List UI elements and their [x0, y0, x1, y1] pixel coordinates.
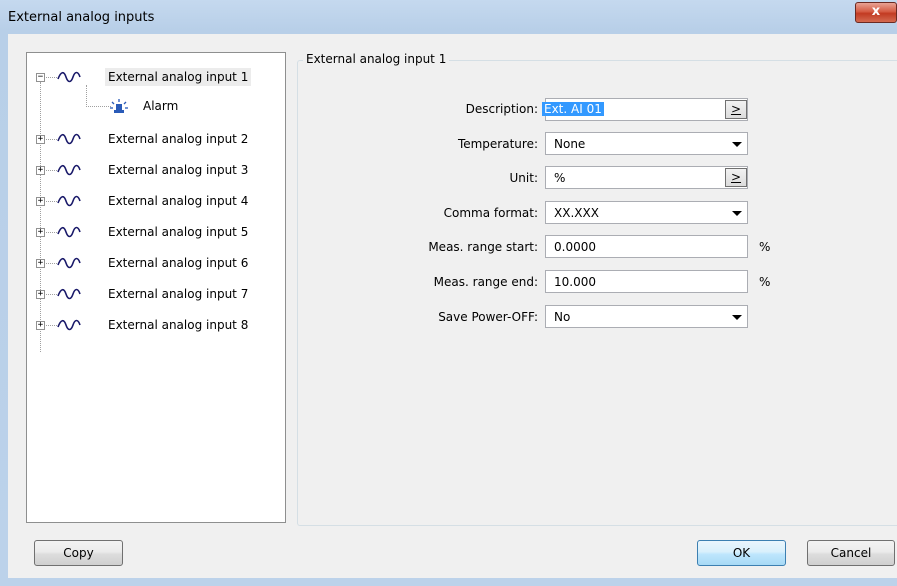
collapse-toggle[interactable]: −: [36, 73, 45, 82]
analog-wave-icon: [57, 71, 81, 83]
expand-toggle[interactable]: +: [36, 259, 45, 268]
title-bar[interactable]: External analog inputs x: [0, 0, 897, 34]
unit-browse-button[interactable]: >: [725, 168, 747, 187]
range-start-label: Meas. range start:: [428, 240, 538, 254]
temperature-value: None: [554, 137, 586, 151]
chevron-down-icon: [732, 315, 742, 320]
close-button[interactable]: x: [855, 2, 897, 23]
tree-item-alarm[interactable]: Alarm: [140, 97, 181, 115]
description-browse-button[interactable]: >: [725, 100, 747, 119]
temperature-dropdown[interactable]: None: [545, 132, 748, 155]
expand-toggle[interactable]: +: [36, 228, 45, 237]
range-start-field[interactable]: 0.0000: [545, 235, 748, 258]
tree-item-input-8[interactable]: External analog input 8: [105, 316, 251, 334]
chevron-down-icon: [732, 211, 742, 216]
range-end-field[interactable]: 10.000: [545, 270, 748, 293]
range-end-label: Meas. range end:: [433, 275, 538, 289]
tree-connector: [40, 82, 41, 352]
range-end-unit: %: [759, 275, 771, 289]
comma-format-value: XX.XXX: [554, 206, 599, 220]
expand-toggle[interactable]: +: [36, 135, 45, 144]
group-title: External analog input 1: [303, 52, 450, 66]
range-end-value: 10.000: [554, 275, 596, 289]
tree-item-input-5[interactable]: External analog input 5: [105, 223, 251, 241]
save-power-off-label: Save Power-OFF:: [438, 310, 538, 324]
expand-toggle[interactable]: +: [36, 197, 45, 206]
window-title: External analog inputs: [8, 10, 155, 25]
cancel-button[interactable]: Cancel: [807, 540, 895, 566]
save-power-off-dropdown[interactable]: No: [545, 305, 748, 328]
settings-group: [297, 60, 897, 526]
range-start-unit: %: [759, 240, 771, 254]
comma-format-dropdown[interactable]: XX.XXX: [545, 201, 748, 224]
analog-wave-icon: [57, 133, 81, 145]
save-power-off-value: No: [554, 310, 571, 324]
analog-wave-icon: [57, 288, 81, 300]
analog-wave-icon: [57, 226, 81, 238]
tree-item-input-1[interactable]: External analog input 1: [105, 68, 252, 86]
tree-item-input-2[interactable]: External analog input 2: [105, 130, 251, 148]
tree-connector: [86, 106, 111, 107]
temperature-label: Temperature:: [457, 137, 538, 151]
description-field[interactable]: Ext. AI 01: [542, 98, 748, 121]
description-label: Description:: [465, 102, 538, 116]
comma-format-label: Comma format:: [443, 206, 538, 220]
analog-wave-icon: [57, 195, 81, 207]
tree-item-input-6[interactable]: External analog input 6: [105, 254, 251, 272]
tree-item-input-4[interactable]: External analog input 4: [105, 192, 251, 210]
tree-item-input-3[interactable]: External analog input 3: [105, 161, 251, 179]
tree-item-input-7[interactable]: External analog input 7: [105, 285, 251, 303]
expand-toggle[interactable]: +: [36, 290, 45, 299]
unit-field[interactable]: %: [545, 166, 748, 189]
analog-wave-icon: [57, 164, 81, 176]
expand-toggle[interactable]: +: [36, 321, 45, 330]
alarm-icon: [110, 99, 128, 113]
ok-button[interactable]: OK: [697, 540, 786, 566]
tree-connector: [86, 85, 87, 107]
unit-label: Unit:: [509, 171, 538, 185]
description-value: Ext. AI 01: [542, 102, 604, 116]
expand-toggle[interactable]: +: [36, 166, 45, 175]
unit-value: %: [554, 171, 566, 185]
analog-wave-icon: [57, 319, 81, 331]
analog-wave-icon: [57, 257, 81, 269]
chevron-down-icon: [732, 142, 742, 147]
range-start-value: 0.0000: [554, 240, 596, 254]
input-tree[interactable]: − External analog input 1 Alarm + Extern…: [26, 52, 286, 523]
copy-button[interactable]: Copy: [34, 540, 123, 566]
